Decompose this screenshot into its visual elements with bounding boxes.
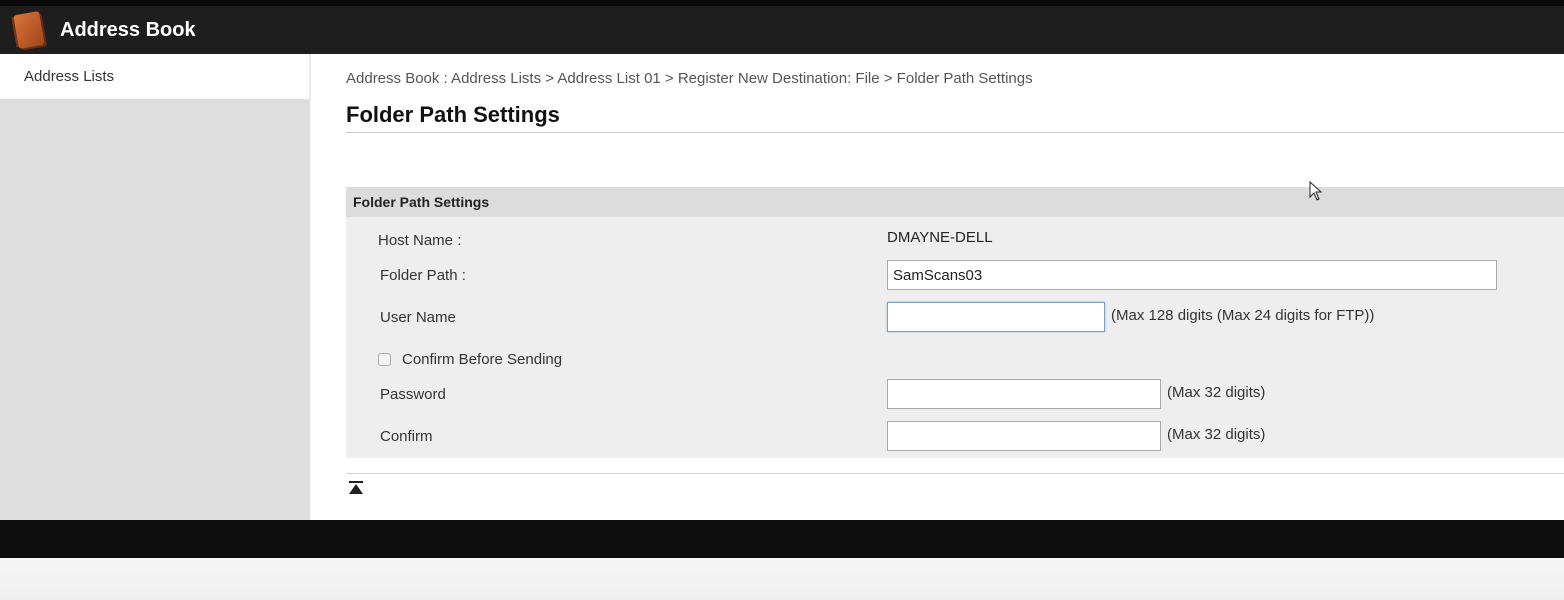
breadcrumb: Address Book : Address Lists > Address L… bbox=[346, 70, 1033, 87]
sidebar-item-label: Address Lists bbox=[24, 68, 115, 85]
app-title: Address Book bbox=[60, 18, 196, 41]
mouse-cursor-icon bbox=[1309, 181, 1323, 201]
main-content: Address Book : Address Lists > Address L… bbox=[311, 54, 1564, 520]
host-name-value: DMAYNE-DELL bbox=[887, 229, 993, 246]
confirm-before-sending-checkbox[interactable] bbox=[378, 353, 391, 366]
folder-path-input[interactable] bbox=[887, 260, 1497, 290]
password-label: Password bbox=[380, 386, 446, 403]
bottom-divider bbox=[346, 473, 1564, 474]
section-header: Folder Path Settings bbox=[346, 187, 1564, 217]
folder-path-settings-section: Folder Path Settings Host Name : DMAYNE-… bbox=[346, 187, 1564, 458]
folder-path-label: Folder Path : bbox=[380, 267, 466, 284]
password-input[interactable] bbox=[887, 379, 1161, 409]
page-title: Folder Path Settings bbox=[346, 102, 560, 127]
confirm-label: Confirm bbox=[380, 428, 433, 445]
footer-bar bbox=[0, 520, 1564, 558]
title-divider bbox=[346, 132, 1564, 133]
address-book-icon bbox=[11, 11, 46, 49]
confirm-hint: (Max 32 digits) bbox=[1167, 426, 1266, 443]
confirm-before-sending-label: Confirm Before Sending bbox=[402, 351, 563, 368]
password-hint: (Max 32 digits) bbox=[1167, 384, 1266, 401]
user-name-hint: (Max 128 digits (Max 24 digits for FTP)) bbox=[1111, 307, 1375, 324]
app-header: Address Book bbox=[0, 6, 1564, 54]
sidebar: Address Lists bbox=[0, 54, 310, 520]
host-name-label: Host Name : bbox=[378, 232, 462, 249]
confirm-password-input[interactable] bbox=[887, 421, 1161, 451]
user-name-label: User Name bbox=[380, 309, 456, 326]
back-to-top-icon[interactable] bbox=[348, 480, 364, 496]
sidebar-item-address-lists[interactable]: Address Lists bbox=[0, 54, 309, 99]
page-below-area bbox=[0, 558, 1564, 600]
user-name-input[interactable] bbox=[887, 302, 1105, 332]
